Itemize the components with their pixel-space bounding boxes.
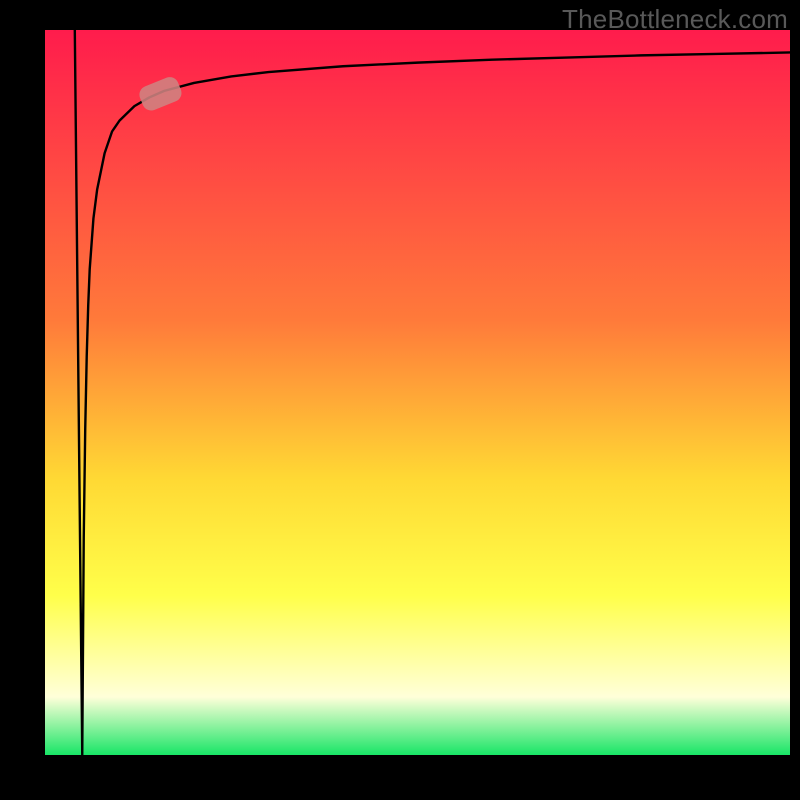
chart-svg [45,30,790,755]
watermark-text: TheBottleneck.com [562,4,788,35]
gradient-background [45,30,790,755]
chart-frame: TheBottleneck.com [0,0,800,800]
plot-area [45,30,790,755]
